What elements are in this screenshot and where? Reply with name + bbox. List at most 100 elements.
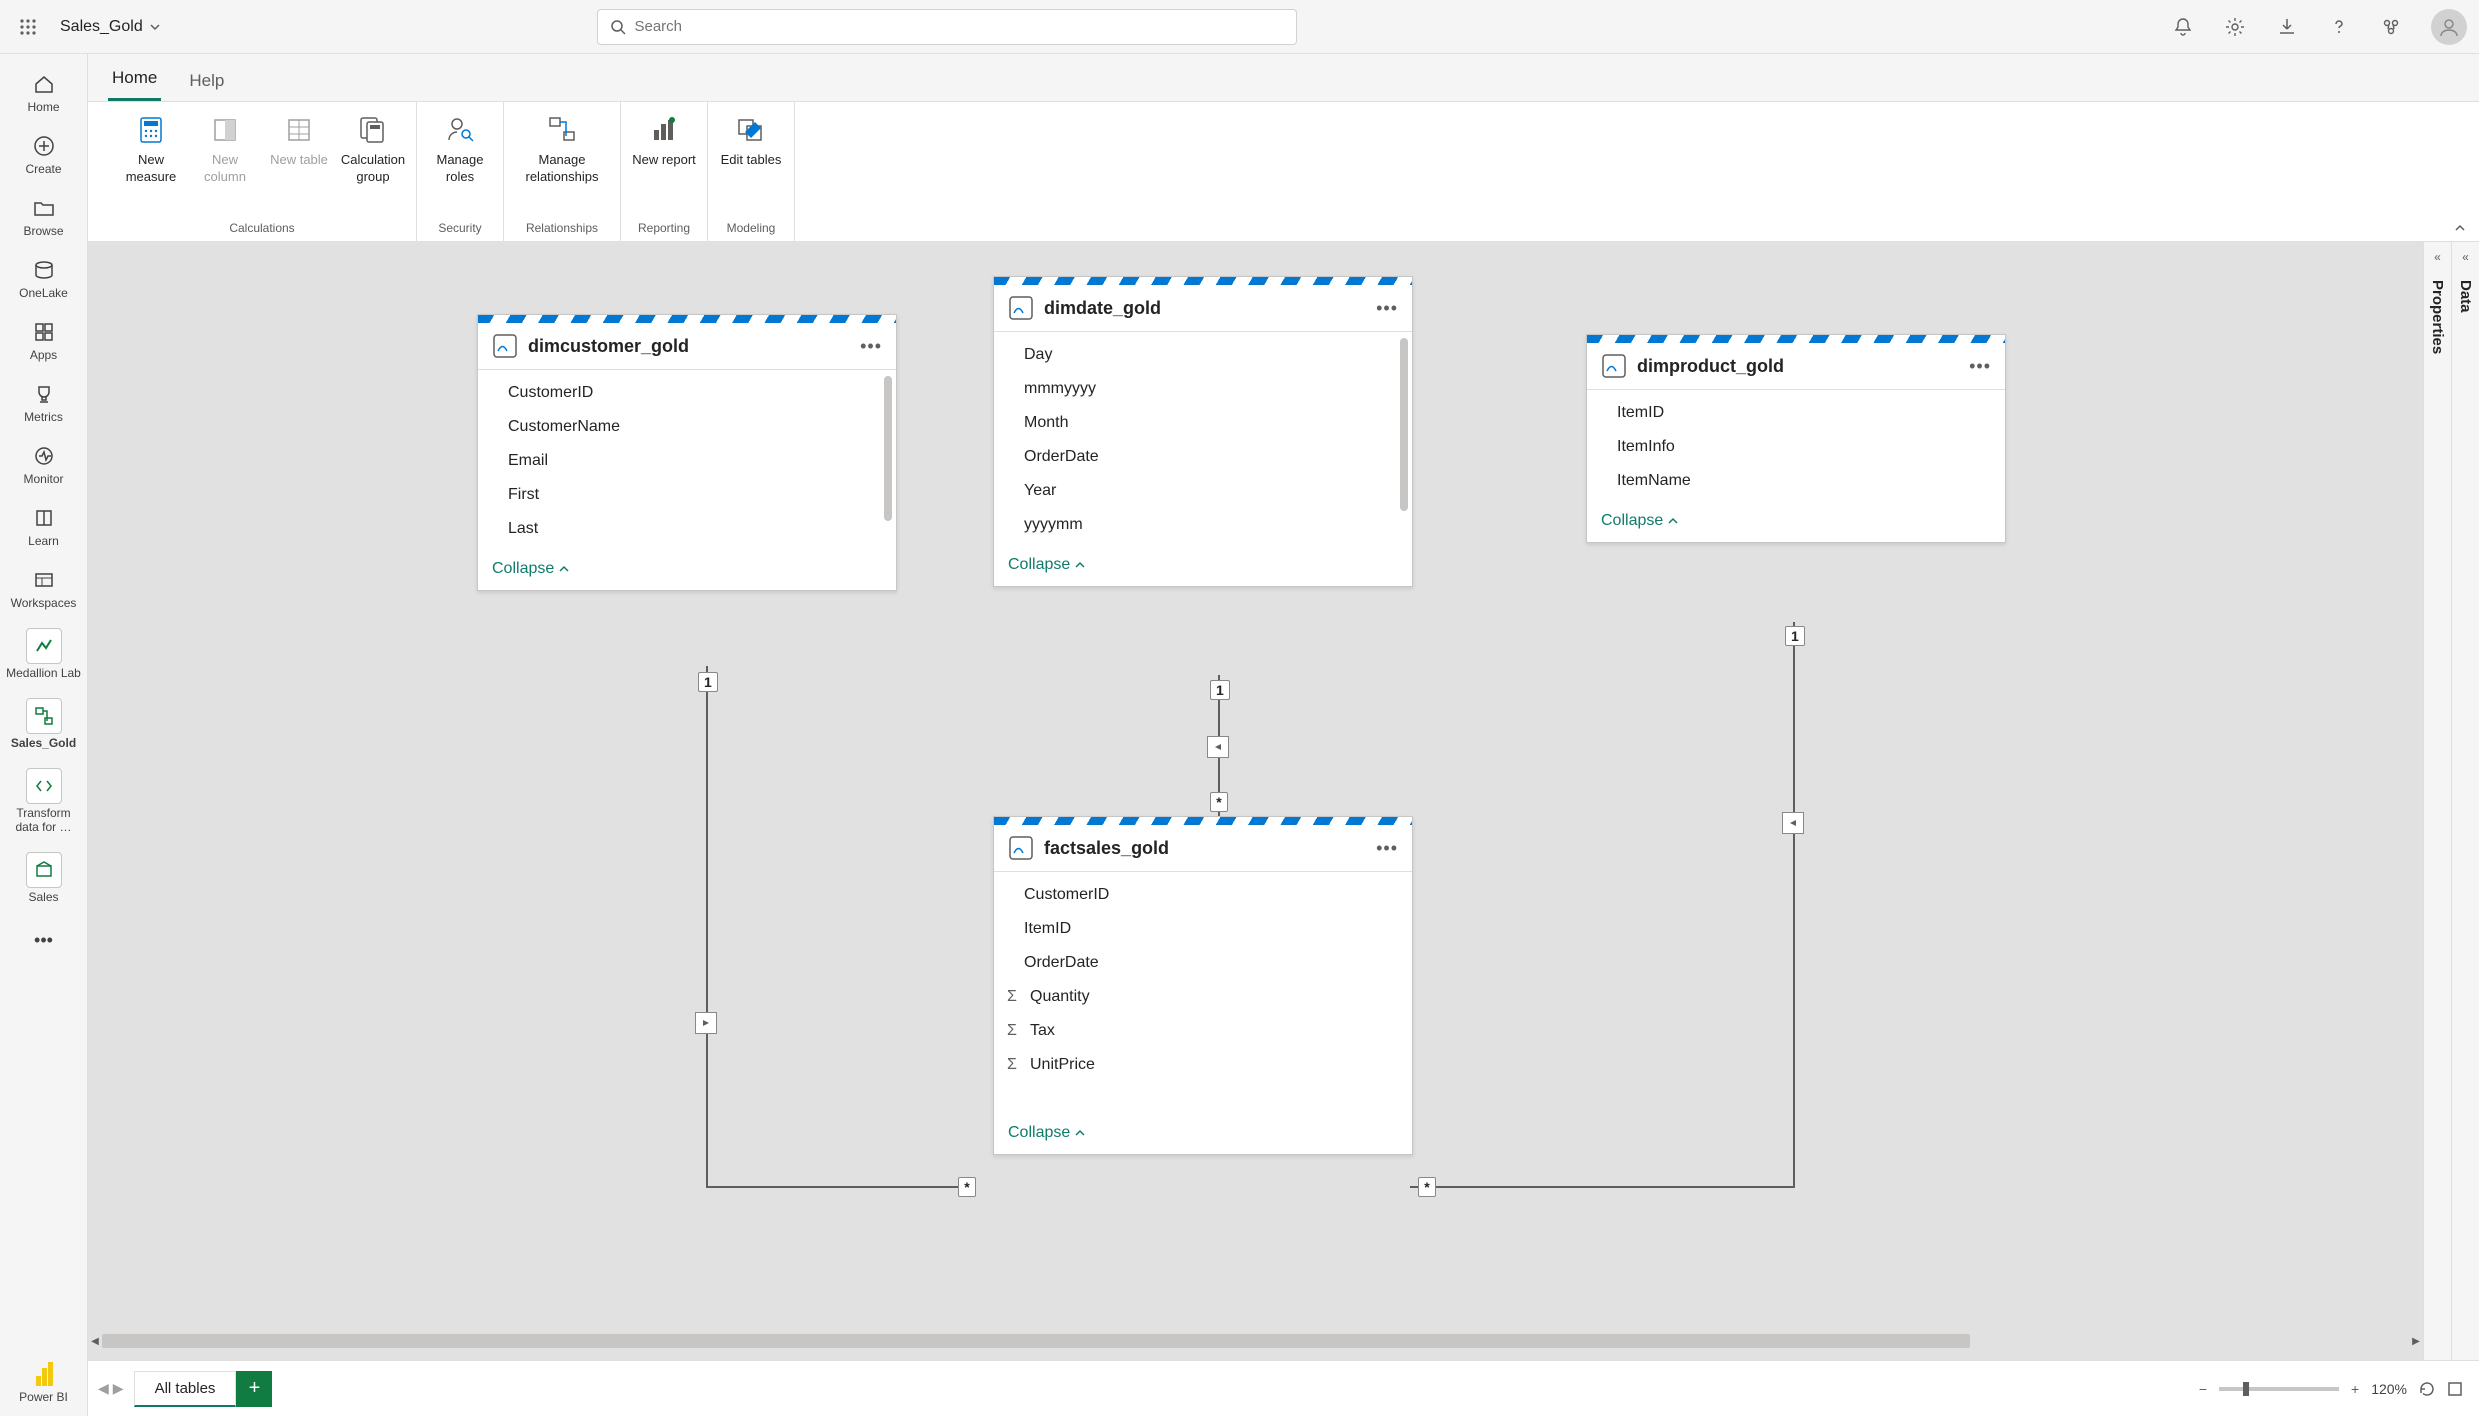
column-name[interactable]: OrderDate <box>994 440 1412 474</box>
column-name[interactable]: OrderDate <box>994 946 1412 980</box>
collapse-link[interactable]: Collapse <box>1008 556 1086 574</box>
manage-relationships-button[interactable]: Manage relationships <box>512 108 612 217</box>
relationship-line[interactable] <box>706 1186 970 1188</box>
cardinality-many: * <box>958 1177 976 1197</box>
measure-name[interactable]: ΣUnitPrice <box>994 1048 1412 1082</box>
rail-powerbi[interactable]: Power BI <box>4 1354 84 1416</box>
manage-roles-button[interactable]: Manage roles <box>425 108 495 217</box>
sheet-next-icon[interactable]: ▶ <box>113 1380 124 1397</box>
table-menu-icon[interactable]: ••• <box>1376 298 1398 319</box>
edit-tables-button[interactable]: Edit tables <box>716 108 786 217</box>
column-name[interactable]: Day <box>994 338 1412 372</box>
rail-create[interactable]: Create <box>4 126 84 182</box>
calculation-group-button[interactable]: Calculation group <box>338 108 408 217</box>
collapse-link[interactable]: Collapse <box>1601 512 1679 530</box>
search-input[interactable] <box>634 18 1284 35</box>
zoom-reset-icon[interactable] <box>2419 1381 2435 1397</box>
measure-name[interactable]: ΣQuantity <box>994 980 1412 1014</box>
collapse-link[interactable]: Collapse <box>1008 1124 1086 1142</box>
tab-help[interactable]: Help <box>185 61 228 101</box>
rail-learn[interactable]: Learn <box>4 498 84 554</box>
new-report-button[interactable]: New report <box>629 108 699 217</box>
sheet-prev-icon[interactable]: ◀ <box>98 1380 109 1397</box>
column-name[interactable]: ItemID <box>1587 396 2005 430</box>
column-name[interactable]: Email <box>478 444 896 478</box>
rail-transform[interactable]: Transform data for … <box>4 762 84 840</box>
zoom-slider[interactable] <box>2219 1387 2339 1391</box>
model-canvas[interactable]: 1 * 1 * 1 * dimcustomer_gold ••• Custome… <box>88 242 2423 1332</box>
table-delta-icon <box>1601 353 1627 379</box>
rail-sales[interactable]: Sales <box>4 846 84 910</box>
relationship-line[interactable] <box>1410 1186 1795 1188</box>
table-menu-icon[interactable]: ••• <box>860 336 882 357</box>
ribbon-collapse-icon[interactable] <box>2453 221 2467 235</box>
zoom-fit-icon[interactable] <box>2447 1381 2463 1397</box>
table-menu-icon[interactable]: ••• <box>1969 356 1991 377</box>
rail-browse[interactable]: Browse <box>4 188 84 244</box>
rail-home[interactable]: Home <box>4 64 84 120</box>
scroll-left-icon[interactable]: ◀ <box>88 1332 102 1350</box>
rail-apps[interactable]: Apps <box>4 312 84 368</box>
properties-panel-tab[interactable]: « Properties <box>2423 242 2451 1360</box>
column-name[interactable]: First <box>478 478 896 512</box>
table-factsales[interactable]: factsales_gold ••• CustomerID ItemID Ord… <box>993 816 1413 1155</box>
help-icon[interactable] <box>2327 15 2351 39</box>
table-delta-icon <box>1008 835 1034 861</box>
sheet-tab-all-tables[interactable]: All tables <box>134 1371 237 1407</box>
table-scrollbar[interactable] <box>1400 338 1408 542</box>
new-column-button: New column <box>190 108 260 217</box>
column-name[interactable]: mmmyyyy <box>994 372 1412 406</box>
monitor-icon <box>33 442 55 470</box>
column-name[interactable]: CustomerID <box>478 376 896 410</box>
file-title[interactable]: Sales_Gold <box>60 18 161 36</box>
column-name[interactable]: Year <box>994 474 1412 508</box>
column-name[interactable]: CustomerName <box>478 410 896 444</box>
rail-workspaces[interactable]: Workspaces <box>4 560 84 616</box>
column-name[interactable]: CustomerID <box>994 878 1412 912</box>
user-avatar[interactable] <box>2431 9 2467 45</box>
download-icon[interactable] <box>2275 15 2299 39</box>
table-dimdate[interactable]: dimdate_gold ••• Day mmmyyyy Month Order… <box>993 276 1413 587</box>
table-dimproduct[interactable]: dimproduct_gold ••• ItemID ItemInfo Item… <box>1586 334 2006 543</box>
relationship-line[interactable] <box>706 666 708 1186</box>
table-scrollbar[interactable] <box>884 376 892 546</box>
column-name[interactable]: yyyymm <box>994 508 1412 542</box>
chevron-down-icon <box>149 21 161 33</box>
ribbon-group-modeling: Edit tables Modeling <box>708 102 795 241</box>
column-name[interactable]: ItemInfo <box>1587 430 2005 464</box>
rail-onelake[interactable]: OneLake <box>4 250 84 306</box>
model-icon <box>26 698 62 734</box>
table-menu-icon[interactable]: ••• <box>1376 838 1398 859</box>
table-delta-icon <box>1008 295 1034 321</box>
ribbon-group-relationships: Manage relationships Relationships <box>504 102 621 241</box>
scroll-right-icon[interactable]: ▶ <box>2409 1332 2423 1350</box>
rail-sales-gold[interactable]: Sales_Gold <box>4 692 84 756</box>
rail-metrics[interactable]: Metrics <box>4 374 84 430</box>
relationship-line[interactable] <box>1793 622 1795 1188</box>
new-measure-button[interactable]: New measure <box>116 108 186 217</box>
table-column-icon <box>207 112 243 148</box>
zoom-in-button[interactable]: + <box>2351 1381 2359 1397</box>
column-name[interactable]: ItemID <box>994 912 1412 946</box>
share-icon[interactable] <box>2379 15 2403 39</box>
settings-icon[interactable] <box>2223 15 2247 39</box>
add-sheet-button[interactable]: + <box>236 1371 272 1407</box>
search-box[interactable] <box>597 9 1297 45</box>
table-dimcustomer[interactable]: dimcustomer_gold ••• CustomerID Customer… <box>477 314 897 591</box>
rail-more[interactable]: ••• <box>4 920 84 960</box>
zoom-out-button[interactable]: − <box>2199 1381 2207 1397</box>
notifications-icon[interactable] <box>2171 15 2195 39</box>
canvas-hscroll[interactable]: ◀ ▶ <box>88 1332 2423 1350</box>
column-name[interactable]: ItemName <box>1587 464 2005 498</box>
data-panel-tab[interactable]: « Data <box>2451 242 2479 1360</box>
top-right-actions <box>2171 9 2467 45</box>
rail-medallion[interactable]: Medallion Lab <box>4 622 84 686</box>
collapse-link[interactable]: Collapse <box>492 560 570 578</box>
rail-monitor[interactable]: Monitor <box>4 436 84 492</box>
column-name[interactable]: Month <box>994 406 1412 440</box>
tab-home[interactable]: Home <box>108 58 161 101</box>
app-launcher-icon[interactable] <box>12 11 44 43</box>
column-name[interactable]: Last <box>478 512 896 546</box>
measure-name[interactable]: ΣTax <box>994 1014 1412 1048</box>
table-delta-icon <box>492 333 518 359</box>
